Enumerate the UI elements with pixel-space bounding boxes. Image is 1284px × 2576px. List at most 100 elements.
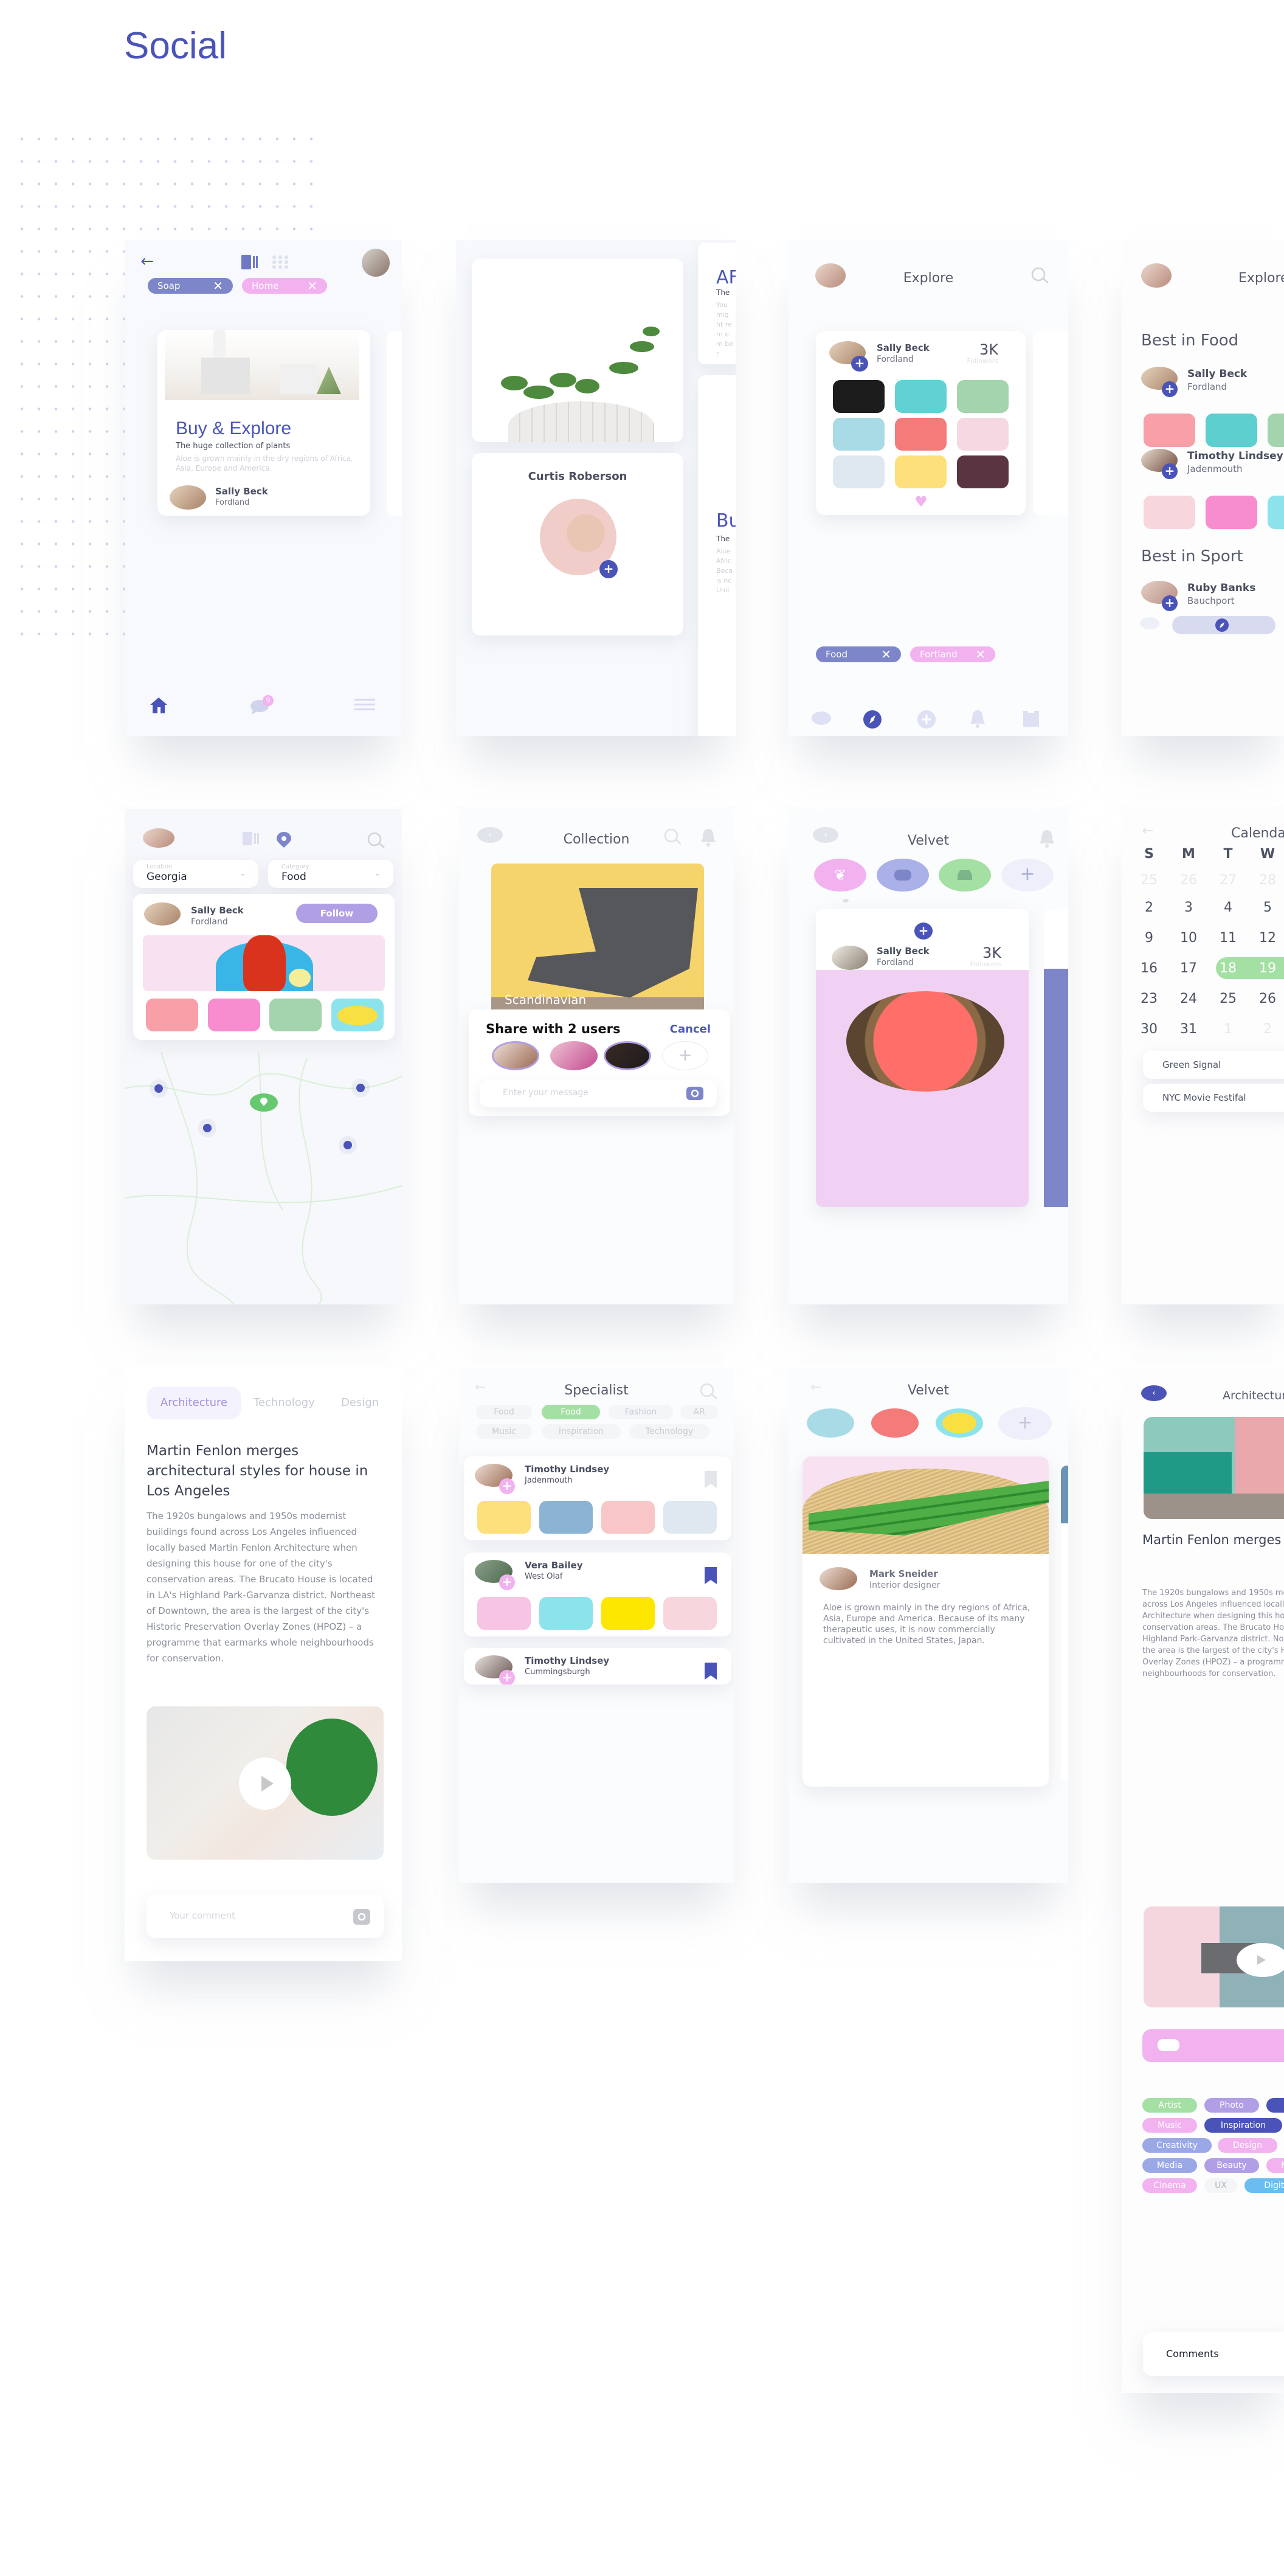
selected-location-marker[interactable] [250,1093,278,1112]
gallery-photo[interactable] [1206,414,1257,447]
filter-chip[interactable]: Food [476,1405,532,1419]
follow-plus-button[interactable]: + [914,923,933,940]
add-category-button[interactable]: + [1001,859,1054,892]
next-card-peek[interactable] [1044,909,1068,1207]
filter-chip[interactable]: Food ✕ [816,646,901,662]
gallery-photo[interactable] [477,1501,531,1534]
next-card-peek[interactable] [1061,1466,1068,1782]
user-post-card[interactable]: + Sally Beck Fordland 3K Followers [816,909,1029,1207]
user-avatar[interactable] [550,1041,598,1070]
tab-architecture[interactable]: Architecture [147,1387,241,1419]
follow-plus-button[interactable]: + [499,1574,515,1590]
gallery-photo[interactable] [663,1501,717,1534]
search-icon[interactable] [699,1383,719,1400]
bookmark-icon[interactable] [705,1471,717,1488]
map-marker[interactable] [154,1084,163,1093]
filter-chip[interactable]: Soap ✕ [148,278,233,294]
specialist-card[interactable]: + Timothy Lindsey Cummingsburgh [464,1648,731,1684]
gallery-photo[interactable] [957,455,1009,488]
bookmark-icon[interactable] [705,1567,717,1584]
add-user-button[interactable]: + [662,1041,708,1070]
gallery-photo[interactable] [477,1597,531,1630]
follow-plus-button[interactable]: + [1162,463,1178,479]
tag-chip[interactable]: Media [1142,2158,1197,2173]
profile-avatar[interactable] [143,828,174,848]
heart-icon[interactable]: ♥ [912,493,930,510]
comment-input[interactable]: Your comment [147,1894,384,1938]
tag-chip[interactable]: Inspiration [1204,2118,1282,2133]
calendar-day[interactable]: 12 [1249,930,1284,946]
collection-image[interactable]: Scandinavian [491,864,704,1022]
gallery-photo[interactable] [1268,414,1284,447]
user-post-card[interactable]: Sally Beck Fordland Follow [133,894,395,1040]
selected-user-avatar[interactable] [604,1041,651,1070]
gallery-photo[interactable] [601,1597,655,1630]
card-view-icon[interactable] [243,832,260,845]
calendar-day[interactable]: 11 [1210,930,1246,946]
user-avatar[interactable] [832,946,868,970]
gallery-photo[interactable] [957,418,1009,451]
calendar-day[interactable]: 23 [1131,991,1167,1006]
gallery-photo[interactable] [833,455,885,488]
message-input[interactable]: Enter your message [480,1079,717,1107]
tag-chip[interactable]: UX [1204,2178,1237,2193]
gallery-photo[interactable] [1144,414,1195,447]
map-marker[interactable] [356,1084,365,1092]
comments-section[interactable]: Comments [1143,2332,1284,2376]
follow-plus-button[interactable]: + [851,356,868,372]
author-avatar[interactable] [170,485,206,510]
home-icon[interactable] [149,696,168,715]
calendar-day[interactable]: 16 [1131,961,1167,976]
tab-design[interactable]: Design [341,1396,379,1409]
gallery-photo[interactable] [539,1501,593,1534]
bookmark-icon[interactable] [1022,710,1040,728]
tag-chip[interactable]: Cinema [1142,2178,1197,2193]
bell-icon[interactable] [968,708,987,729]
bell-icon[interactable] [699,827,717,847]
location-select[interactable]: Location Georgia ⌄ [133,860,258,888]
video-thumbnail[interactable] [1144,1906,1284,2007]
story-circle[interactable] [807,1408,854,1438]
gallery-photo[interactable] [833,380,885,413]
gallery-photo[interactable] [895,380,947,413]
map-marker[interactable] [203,1124,212,1132]
category-cars[interactable] [939,859,991,892]
add-story-button[interactable]: + [998,1407,1052,1440]
card-view-icon[interactable] [241,255,258,269]
calendar-day[interactable]: 4 [1210,900,1246,915]
location-pin-icon[interactable] [275,831,292,849]
compass-icon[interactable] [863,710,882,729]
plant-image-card[interactable] [472,258,683,442]
gallery-photo[interactable] [1206,496,1257,529]
author-avatar[interactable] [820,1567,857,1590]
gallery-photo[interactable] [895,418,947,451]
side-article-card[interactable]: AF The You mig ht rem em ber [698,243,736,364]
profile-card[interactable]: Curtis Roberson + [472,453,683,635]
specialist-card[interactable]: + Timothy Lindsey Jadenmouth [464,1456,731,1540]
gallery-photo[interactable] [833,418,885,451]
calendar-day[interactable]: 1 [1210,1022,1246,1037]
video-thumbnail[interactable] [147,1706,384,1860]
follow-plus-button[interactable]: + [1162,595,1178,611]
chat-icon[interactable]: 9 [249,695,274,715]
calendar-day[interactable]: 5 [1249,900,1284,915]
calendar-day[interactable]: 2 [1249,1022,1284,1037]
calendar-day[interactable]: 19 [1249,961,1284,976]
map-marker[interactable] [343,1141,352,1149]
calendar-day[interactable]: 27 [1210,873,1246,888]
add-icon[interactable] [917,710,936,729]
tag-chip[interactable]: Creativity [1142,2138,1212,2153]
gallery-photo[interactable] [331,999,384,1031]
next-card-peek[interactable] [387,331,402,516]
back-button[interactable]: ‹ [1141,1385,1167,1401]
post-image[interactable] [143,935,385,991]
follow-button[interactable]: Follow [296,904,378,923]
filter-chip[interactable]: Fashion [609,1405,673,1419]
menu-icon[interactable] [354,699,375,711]
gallery-photo[interactable] [895,455,947,488]
category-games[interactable] [877,859,929,892]
tag-chip[interactable]: Artist [1142,2098,1197,2113]
play-button[interactable] [1237,1943,1284,1977]
post-image[interactable] [816,970,1029,1207]
bell-icon[interactable] [1038,828,1056,848]
